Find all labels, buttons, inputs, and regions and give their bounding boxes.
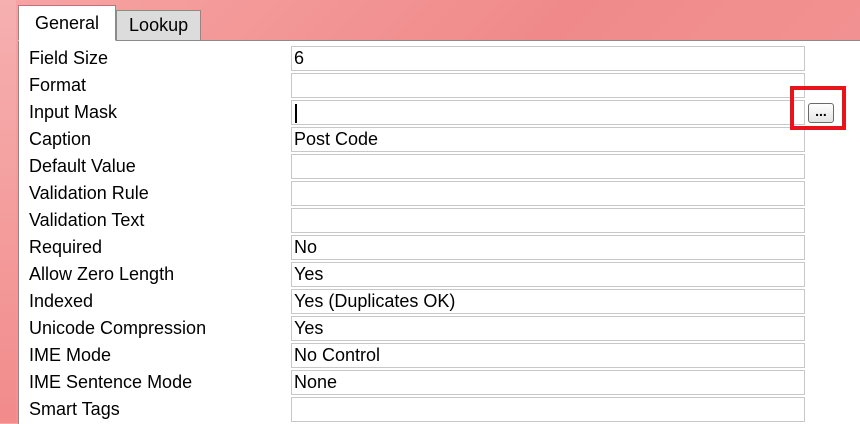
tab-lookup[interactable]: Lookup (116, 10, 202, 40)
property-row-format: Format (29, 72, 809, 99)
property-label: Field Size (29, 48, 109, 68)
input-mask-input[interactable] (291, 100, 805, 125)
property-label: Unicode Compression (29, 318, 207, 338)
property-row-validation-text: Validation Text (29, 207, 809, 234)
smart-tags-input[interactable] (291, 397, 805, 422)
caption-input[interactable]: Post Code (291, 127, 805, 152)
property-label: Required (29, 237, 103, 257)
property-row-ime-mode: IME Mode No Control (29, 342, 809, 369)
text-cursor (295, 103, 297, 123)
property-row-allow-zero-length: Allow Zero Length Yes (29, 261, 809, 288)
property-row-caption: Caption Post Code (29, 126, 809, 153)
property-row-unicode-compression: Unicode Compression Yes (29, 315, 809, 342)
property-row-smart-tags: Smart Tags (29, 396, 809, 423)
property-label: Input Mask (29, 102, 118, 122)
property-label: Caption (29, 129, 92, 149)
property-label: Smart Tags (29, 399, 120, 419)
property-label: Allow Zero Length (29, 264, 175, 284)
tab-general[interactable]: General (18, 5, 117, 41)
property-row-required: Required No (29, 234, 809, 261)
validation-rule-input[interactable] (291, 181, 805, 206)
property-label: IME Mode (29, 345, 112, 365)
field-size-input[interactable]: 6 (291, 46, 805, 71)
format-input[interactable] (291, 73, 805, 98)
allow-zero-length-select[interactable]: Yes (291, 262, 805, 287)
window-edge (0, 0, 16, 423)
property-row-validation-rule: Validation Rule (29, 180, 809, 207)
property-label: Validation Rule (29, 183, 149, 203)
ellipsis-icon: ... (815, 103, 827, 119)
property-label: Format (29, 75, 87, 95)
property-tabs: General Lookup (18, 4, 202, 41)
default-value-input[interactable] (291, 154, 805, 179)
property-label: IME Sentence Mode (29, 372, 193, 392)
field-properties-panel: Field Size 6 Format Input Mask Caption P… (18, 40, 860, 424)
input-mask-build-button[interactable]: ... (808, 103, 834, 123)
indexed-select[interactable]: Yes (Duplicates OK) (291, 289, 805, 314)
property-label: Default Value (29, 156, 136, 176)
ime-mode-select[interactable]: No Control (291, 343, 805, 368)
property-row-input-mask: Input Mask (29, 99, 809, 126)
property-label: Indexed (29, 291, 94, 311)
unicode-compression-select[interactable]: Yes (291, 316, 805, 341)
validation-text-input[interactable] (291, 208, 805, 233)
property-row-default-value: Default Value (29, 153, 809, 180)
property-row-ime-sentence-mode: IME Sentence Mode None (29, 369, 809, 396)
property-row-indexed: Indexed Yes (Duplicates OK) (29, 288, 809, 315)
ime-sentence-mode-select[interactable]: None (291, 370, 805, 395)
required-select[interactable]: No (291, 235, 805, 260)
property-row-field-size: Field Size 6 (29, 45, 809, 72)
property-label: Validation Text (29, 210, 145, 230)
